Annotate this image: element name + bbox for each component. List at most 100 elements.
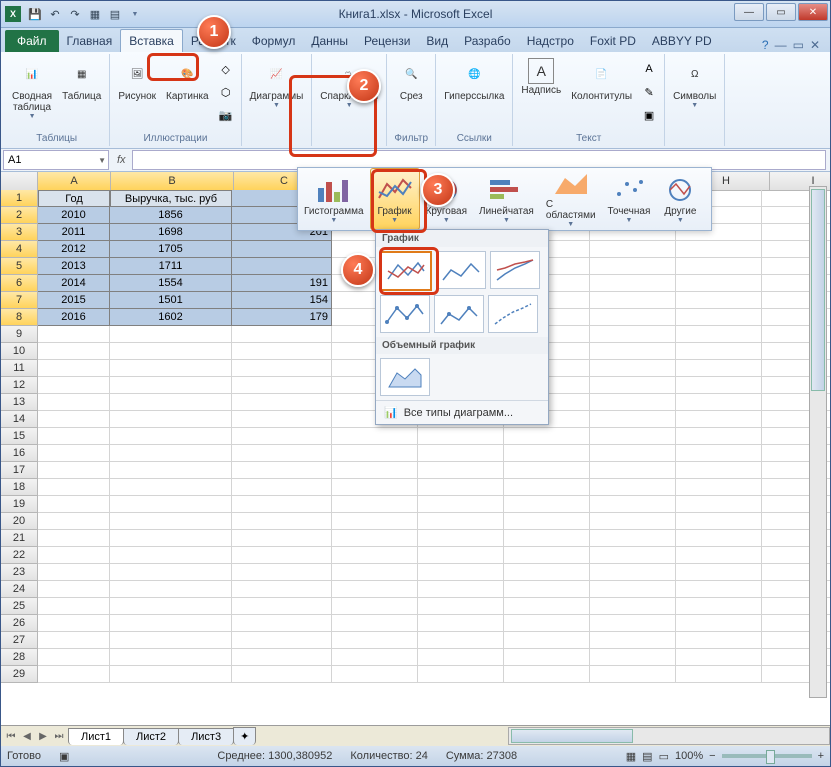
select-all-cell[interactable]	[1, 172, 38, 191]
textbox-button[interactable]: AНадпись	[517, 56, 565, 126]
cell[interactable]	[38, 462, 110, 479]
cell[interactable]	[418, 632, 504, 649]
cell[interactable]	[676, 343, 762, 360]
cell[interactable]: 154	[232, 292, 332, 309]
cell[interactable]	[418, 496, 504, 513]
cell[interactable]	[332, 666, 418, 683]
cell[interactable]	[38, 343, 110, 360]
cell[interactable]	[38, 411, 110, 428]
line-chart-type-3[interactable]	[490, 251, 540, 289]
cell[interactable]	[676, 241, 762, 258]
cell[interactable]: 1705	[110, 241, 232, 258]
signature-icon[interactable]: ✎	[638, 81, 660, 103]
cell[interactable]	[418, 615, 504, 632]
minimize-button[interactable]: —	[734, 3, 764, 21]
cell[interactable]	[676, 581, 762, 598]
cell[interactable]	[676, 258, 762, 275]
cell[interactable]	[232, 666, 332, 683]
cell[interactable]	[332, 547, 418, 564]
view-layout-icon[interactable]: ▤	[642, 750, 652, 763]
cell[interactable]	[110, 666, 232, 683]
cell[interactable]	[590, 394, 676, 411]
cell[interactable]	[38, 360, 110, 377]
cell[interactable]: 1501	[110, 292, 232, 309]
cell[interactable]	[418, 445, 504, 462]
cell[interactable]: 1602	[110, 309, 232, 326]
cell[interactable]	[418, 513, 504, 530]
cell[interactable]	[110, 513, 232, 530]
doc-restore-icon[interactable]: ▭	[793, 38, 804, 52]
wordart-icon[interactable]: A	[638, 58, 660, 80]
doc-close-icon[interactable]: ✕	[810, 38, 820, 52]
cell[interactable]	[38, 377, 110, 394]
cell[interactable]	[418, 428, 504, 445]
cell[interactable]	[676, 666, 762, 683]
cell[interactable]	[38, 479, 110, 496]
cell[interactable]	[232, 377, 332, 394]
cell[interactable]: 2011	[38, 224, 110, 241]
tab-home[interactable]: Главная	[59, 30, 121, 52]
name-box[interactable]: A1▼	[3, 150, 109, 170]
cell[interactable]	[504, 581, 590, 598]
cell[interactable]	[110, 326, 232, 343]
cell[interactable]: 2015	[38, 292, 110, 309]
cell[interactable]	[504, 666, 590, 683]
cell[interactable]	[332, 649, 418, 666]
cell[interactable]	[232, 360, 332, 377]
screenshot-icon[interactable]: 📷	[215, 104, 237, 126]
cell[interactable]	[590, 581, 676, 598]
row-header[interactable]: 5	[1, 258, 38, 275]
cell[interactable]	[676, 479, 762, 496]
cell[interactable]	[332, 530, 418, 547]
line-chart-3d[interactable]	[380, 358, 430, 396]
chart-area-button[interactable]: С областями▼	[540, 168, 602, 230]
tab-insert[interactable]: Вставка	[120, 29, 183, 52]
tab-developer[interactable]: Разрабо	[456, 30, 519, 52]
cell[interactable]: 1711	[110, 258, 232, 275]
cell[interactable]	[418, 666, 504, 683]
tab-file[interactable]: Файл	[5, 30, 59, 52]
row-header[interactable]: 29	[1, 666, 38, 683]
cell[interactable]: 2013	[38, 258, 110, 275]
cell[interactable]	[504, 462, 590, 479]
cell[interactable]	[38, 496, 110, 513]
cell[interactable]	[38, 428, 110, 445]
cell[interactable]	[676, 632, 762, 649]
cell[interactable]	[590, 411, 676, 428]
cell[interactable]	[676, 513, 762, 530]
view-normal-icon[interactable]: ▦	[626, 750, 636, 763]
cell[interactable]	[590, 530, 676, 547]
cell[interactable]	[504, 598, 590, 615]
row-header[interactable]: 16	[1, 445, 38, 462]
cell[interactable]	[232, 343, 332, 360]
cell[interactable]	[38, 513, 110, 530]
cell[interactable]	[38, 581, 110, 598]
line-chart-type-4[interactable]	[380, 295, 430, 333]
row-header[interactable]: 1	[1, 190, 38, 207]
chart-scatter-button[interactable]: Точечная▼	[602, 168, 657, 230]
cell[interactable]: Выручка, тыс. руб	[110, 190, 232, 207]
help-icon[interactable]: ?	[762, 38, 769, 52]
qat-btn[interactable]: ▤	[107, 6, 123, 22]
cell[interactable]	[232, 241, 332, 258]
cell[interactable]	[590, 241, 676, 258]
cell[interactable]	[232, 547, 332, 564]
cell[interactable]	[590, 377, 676, 394]
row-header[interactable]: 24	[1, 581, 38, 598]
vertical-scrollbar[interactable]	[809, 186, 827, 698]
cell[interactable]	[676, 547, 762, 564]
row-header[interactable]: 22	[1, 547, 38, 564]
cell[interactable]	[676, 428, 762, 445]
cell[interactable]	[590, 462, 676, 479]
cell[interactable]	[110, 445, 232, 462]
row-header[interactable]: 11	[1, 360, 38, 377]
row-header[interactable]: 7	[1, 292, 38, 309]
smartart-icon[interactable]: ⬡	[215, 81, 237, 103]
zoom-level[interactable]: 100%	[675, 750, 703, 762]
cell[interactable]	[110, 496, 232, 513]
header-footer-button[interactable]: 📄Колонтитулы	[567, 56, 636, 126]
chart-histogram-button[interactable]: Гистограмма▼	[298, 168, 370, 230]
row-header[interactable]: 28	[1, 649, 38, 666]
sheet-tab[interactable]: Лист3	[178, 728, 234, 745]
hyperlink-button[interactable]: 🌐Гиперссылка	[440, 56, 508, 104]
